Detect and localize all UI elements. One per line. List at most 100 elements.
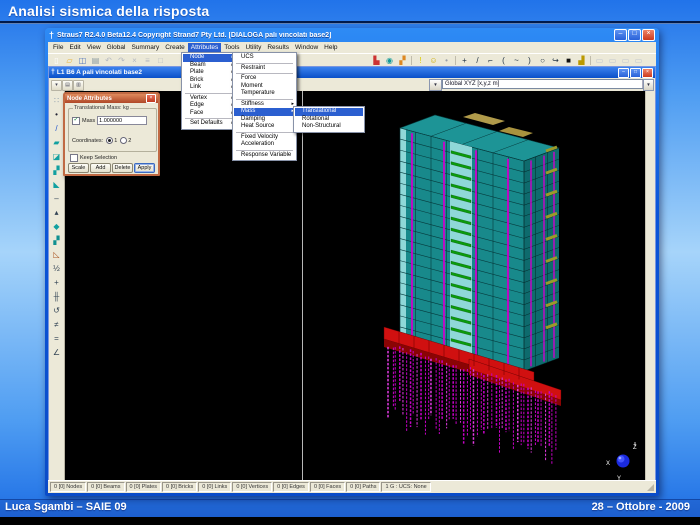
dialog-titlebar[interactable]: Node Attributes × <box>65 94 158 103</box>
menu-create[interactable]: Create <box>162 43 188 53</box>
minimize-button[interactable]: ‒ <box>618 68 629 78</box>
keep-selection-checkbox[interactable]: ✓ <box>70 154 78 162</box>
add-button[interactable]: Add <box>90 163 111 173</box>
menu-item-vertex[interactable]: Vertex▸ <box>183 95 235 103</box>
model-window-title: L1 B6 A pali vincolati base2 <box>57 69 616 76</box>
coordinates-label: Coordinates: <box>72 138 103 144</box>
menu-global[interactable]: Global <box>104 43 129 53</box>
minimize-button[interactable]: ‒ <box>614 29 627 41</box>
view-dropdown[interactable]: ▼ <box>429 79 442 91</box>
link-tool-icon[interactable]: ▞ <box>50 164 64 177</box>
menu-item-rotational[interactable]: Rotational <box>295 116 363 124</box>
presentation-slide: Analisi sismica della risposta † Straus7… <box>0 0 700 525</box>
mass-checkbox[interactable]: ✓ <box>72 117 80 125</box>
right-panel-strip <box>645 91 655 480</box>
node-tool-icon[interactable]: • <box>50 108 64 121</box>
selection-grid-icon[interactable]: ∷ <box>50 94 64 107</box>
face-tool-icon[interactable]: ◣ <box>50 178 64 191</box>
model-window-titlebar[interactable]: † L1 B6 A pali vincolati base2 ‒□× <box>49 67 655 78</box>
menu-view[interactable]: View <box>84 43 104 53</box>
node-attributes-dialog: Node Attributes × Translational Mass: kg… <box>63 92 160 176</box>
menu-separator <box>236 99 293 100</box>
menu-separator <box>236 132 293 133</box>
mass-value-input[interactable] <box>97 116 147 125</box>
coordinate-radio-2[interactable]: 2 <box>120 137 131 144</box>
rotate-icon[interactable]: ↺ <box>50 304 64 317</box>
menu-summary[interactable]: Summary <box>128 43 162 53</box>
menu-item-restraint[interactable]: Restraint <box>234 65 295 73</box>
menu-help[interactable]: Help <box>321 43 340 53</box>
menu-item-translational[interactable]: Translational <box>295 108 363 116</box>
menu-item-response-variable[interactable]: Response Variable <box>234 152 295 160</box>
menu-item-force[interactable]: Force <box>234 75 295 83</box>
render-mode-icon[interactable]: ▥ <box>73 80 84 91</box>
footer-author: Luca Sgambi – SAIE 09 <box>5 501 127 513</box>
menu-item-mass[interactable]: Mass▸ <box>234 108 295 116</box>
angle-icon[interactable]: ∠ <box>50 346 64 359</box>
menu-item-ucs[interactable]: UCS <box>234 54 295 62</box>
toolbar-separator <box>590 56 591 65</box>
align-icon[interactable]: ≠ <box>50 318 64 331</box>
menu-item-non-structural[interactable]: Non-Structural <box>295 123 363 131</box>
menu-item-node[interactable]: Node▸ <box>183 54 235 62</box>
menu-item-fixed-velocity[interactable]: Fixed Velocity <box>234 134 295 142</box>
delete-button[interactable]: Delete <box>112 163 133 173</box>
menu-utility[interactable]: Utility <box>242 43 264 53</box>
menu-item-acceleration[interactable]: Acceleration <box>234 141 295 149</box>
apply-button[interactable]: Apply <box>134 163 155 173</box>
menu-item-beam[interactable]: Beam▸ <box>183 62 235 70</box>
zoom-in-icon[interactable]: + <box>50 276 64 289</box>
menu-item-damping[interactable]: Damping <box>234 116 295 124</box>
measure-icon[interactable]: ◺ <box>50 248 64 261</box>
plate-tool-icon[interactable]: ▰ <box>50 136 64 149</box>
menu-item-plate[interactable]: Plate▸ <box>183 69 235 77</box>
select-node-icon[interactable]: ▴ <box>50 206 64 219</box>
maximize-button[interactable]: □ <box>630 68 641 78</box>
close-button[interactable]: × <box>642 68 653 78</box>
menu-attributes[interactable]: Attributes <box>188 43 221 53</box>
menu-file[interactable]: File <box>50 43 66 53</box>
view-preset-icon[interactable]: ▾ <box>51 80 62 91</box>
menu-item-face[interactable]: Face▸ <box>183 110 235 118</box>
close-button[interactable]: × <box>642 29 655 41</box>
scale-icon[interactable]: ½ <box>50 262 64 275</box>
scale-button[interactable]: Scale <box>68 163 89 173</box>
equal-icon[interactable]: = <box>50 332 64 345</box>
status-segment: 0 [0] Faces <box>310 482 345 492</box>
menu-item-temperature[interactable]: Temperature <box>234 90 295 98</box>
entity-toggle-icon[interactable]: ▤ <box>62 80 73 91</box>
beam-tool-icon[interactable]: / <box>50 122 64 135</box>
menu-window[interactable]: Window <box>292 43 321 53</box>
app-titlebar[interactable]: † Straus7 R2.4.0 Beta12.4 Copyright Stra… <box>47 29 657 41</box>
status-segment: 0 [0] Vertices <box>232 482 272 492</box>
resize-grip[interactable] <box>647 484 654 491</box>
maximize-button[interactable]: □ <box>628 29 641 41</box>
select-plate-icon[interactable]: ◆ <box>50 220 64 233</box>
brick-tool-icon[interactable]: ◪ <box>50 150 64 163</box>
radio-label: 1 <box>114 138 117 144</box>
statusbar: 0 [0] Nodes0 [0] Beams0 [0] Plates0 [0] … <box>48 480 656 493</box>
menu-tools[interactable]: Tools <box>221 43 242 53</box>
menu-item-heat-source[interactable]: Heat Source <box>234 123 295 131</box>
menu-item-set-defaults[interactable]: Set Defaults▸ <box>183 120 235 128</box>
menu-edit[interactable]: Edit <box>66 43 83 53</box>
status-segment: 0 [0] Paths <box>346 482 380 492</box>
menu-item-edge[interactable]: Edge▸ <box>183 102 235 110</box>
ucs-combo[interactable]: Global XYZ [x,y,z m] ▼ <box>442 79 653 89</box>
straus7-logo-icon: † <box>49 31 54 40</box>
divider-icon[interactable]: ‒ <box>50 192 64 205</box>
radio-icon <box>120 137 127 144</box>
toolbar-overflow-dropdown[interactable]: ▼ <box>643 79 654 91</box>
select-brick-icon[interactable]: ▞ <box>50 234 64 247</box>
coordinate-radio-1[interactable]: 1 <box>106 137 117 144</box>
grid-icon[interactable]: ╫ <box>50 290 64 303</box>
menu-item-moment[interactable]: Moment <box>234 83 295 91</box>
status-segment: 0 [0] Bricks <box>162 482 197 492</box>
dialog-close-icon[interactable]: × <box>146 94 156 103</box>
menu-item-stiffness[interactable]: Stiffness▸ <box>234 101 295 109</box>
menu-item-brick[interactable]: Brick▸ <box>183 77 235 85</box>
menu-separator <box>185 118 233 119</box>
view-toolbar: ▾▤▥ ▼ Global XYZ [x,y,z m] ▼ ▼ <box>49 78 655 92</box>
menu-results[interactable]: Results <box>264 43 292 53</box>
menu-item-link[interactable]: Link▸ <box>183 84 235 92</box>
